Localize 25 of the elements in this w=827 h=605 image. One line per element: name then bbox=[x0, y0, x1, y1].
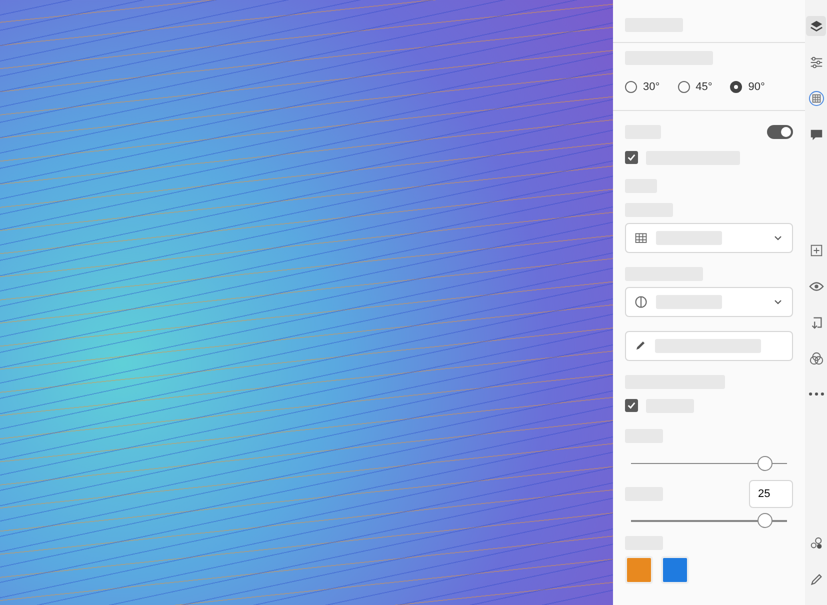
checkbox[interactable] bbox=[625, 151, 638, 164]
pencil-icon bbox=[634, 339, 647, 352]
radio-option[interactable]: 45° bbox=[678, 79, 712, 96]
layers-icon bbox=[808, 18, 824, 34]
circles-icon bbox=[808, 350, 824, 366]
color-swatch[interactable] bbox=[661, 556, 689, 584]
rail-button[interactable] bbox=[806, 16, 826, 36]
text-field[interactable] bbox=[625, 330, 793, 360]
sphere-icon bbox=[634, 294, 648, 308]
sliders-icon bbox=[808, 54, 824, 70]
radio-option[interactable]: 90° bbox=[730, 79, 765, 96]
more-icon bbox=[808, 392, 824, 396]
plus-box-icon bbox=[808, 242, 824, 258]
toggle-switch[interactable] bbox=[767, 124, 793, 138]
number-field[interactable]: 25 bbox=[749, 480, 793, 508]
nodes-icon bbox=[808, 536, 824, 550]
grid-icon bbox=[634, 230, 648, 244]
color-swatch[interactable] bbox=[625, 556, 653, 584]
grid-icon bbox=[808, 90, 824, 106]
checkbox[interactable] bbox=[625, 399, 638, 412]
slider-thumb[interactable] bbox=[758, 456, 773, 470]
rail-button[interactable] bbox=[806, 88, 826, 108]
slider-thumb[interactable] bbox=[758, 513, 773, 528]
radio-option[interactable]: 30° bbox=[625, 79, 660, 96]
pencil-icon bbox=[808, 572, 824, 586]
